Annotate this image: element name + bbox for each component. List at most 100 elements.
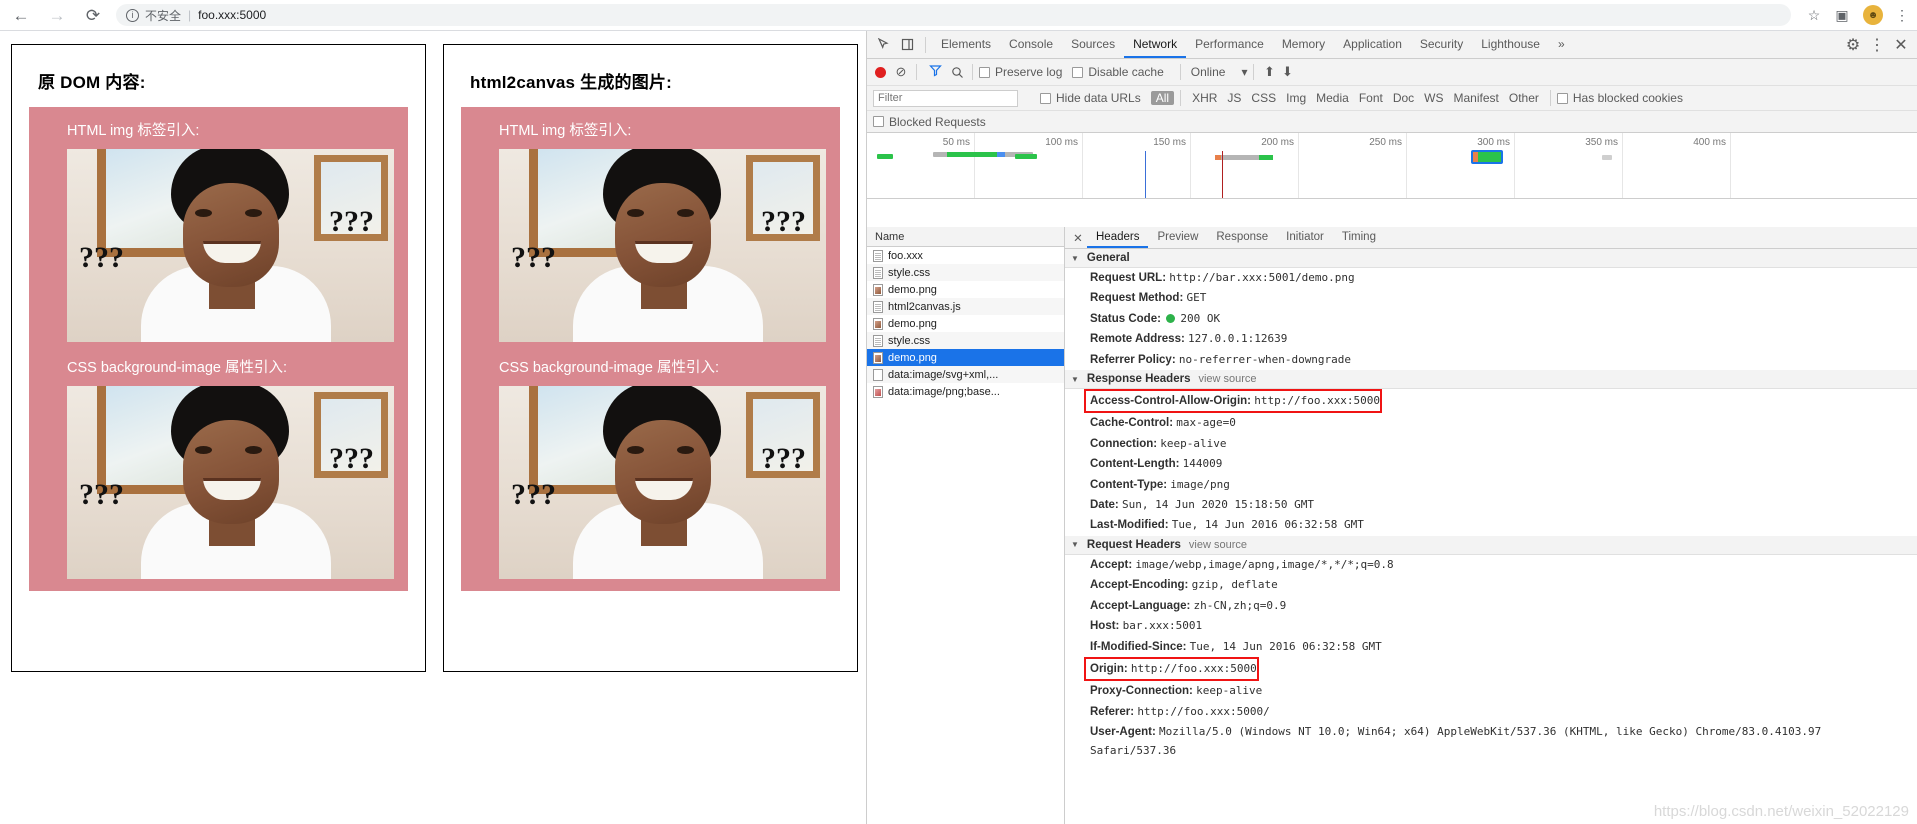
avatar[interactable]: ☻: [1863, 5, 1883, 25]
tab-network[interactable]: Network: [1124, 31, 1187, 58]
request-row-foo-xxx[interactable]: foo.xxx: [867, 247, 1064, 264]
avatar-glyph: ☻: [1867, 9, 1879, 21]
preserve-log-checkbox[interactable]: Preserve log: [979, 65, 1062, 79]
clear-network-log-icon[interactable]: ⊘: [892, 63, 910, 81]
inspect-element-icon[interactable]: [871, 34, 895, 56]
request-row-data-svg[interactable]: data:image/svg+xml,...: [867, 366, 1064, 383]
back-icon[interactable]: ←: [6, 0, 36, 30]
response-headers-title: Response Headers: [1086, 373, 1191, 386]
overview-selected-request[interactable]: [1471, 150, 1503, 164]
hide-data-urls-checkbox[interactable]: Hide data URLs: [1040, 91, 1141, 105]
canvas-img-photo: ??? ???: [499, 149, 826, 342]
column-header-name: Name: [875, 230, 905, 243]
has-blocked-cookies-box[interactable]: [1556, 92, 1568, 104]
type-filter-doc[interactable]: Doc: [1388, 91, 1419, 105]
tab-security[interactable]: Security: [1411, 31, 1472, 58]
address-bar[interactable]: i 不安全 | foo.xxx:5000: [116, 4, 1791, 26]
import-har-icon[interactable]: ⬆: [1260, 63, 1278, 81]
request-name: data:image/png;base...: [888, 385, 1000, 398]
disable-cache-checkbox[interactable]: Disable cache: [1072, 65, 1164, 79]
header-name: Content-Type:: [1090, 478, 1168, 491]
blocked-requests-box[interactable]: [873, 116, 884, 127]
close-icon[interactable]: ✕: [1889, 34, 1913, 56]
tab-lighthouse[interactable]: Lighthouse: [1472, 31, 1549, 58]
disable-cache-box[interactable]: [1072, 66, 1084, 78]
info-icon[interactable]: i: [126, 8, 139, 22]
device-toolbar-icon[interactable]: [895, 34, 919, 56]
tab-sources[interactable]: Sources: [1062, 31, 1124, 58]
header-row-last-modified: Last-Modified: Tue, 14 Jun 2016 06:32:58…: [1065, 515, 1917, 535]
bookmark-star-icon[interactable]: ☆: [1801, 2, 1827, 28]
tab-memory[interactable]: Memory: [1273, 31, 1334, 58]
general-section-header[interactable]: ▼ General: [1065, 249, 1917, 268]
type-filter-css[interactable]: CSS: [1246, 91, 1281, 105]
header-row-if-modified-since: If-Modified-Since: Tue, 14 Jun 2016 06:3…: [1065, 637, 1917, 657]
header-name: Referer:: [1090, 705, 1135, 718]
reload-icon[interactable]: ⟳: [78, 0, 108, 30]
web-page-viewport: 原 DOM 内容: HTML img 标签引入: ??? ??? CSS bac…: [0, 31, 866, 824]
blocked-requests-checkbox[interactable]: Blocked Requests: [873, 115, 986, 129]
chrome-menu-icon[interactable]: ⋮: [1889, 2, 1915, 28]
photo-eye-left: [195, 209, 212, 217]
request-row-html2canvas-js[interactable]: html2canvas.js: [867, 298, 1064, 315]
type-filter-ws[interactable]: WS: [1419, 91, 1448, 105]
filter-input[interactable]: [873, 89, 1018, 107]
response-view-source-link[interactable]: view source: [1198, 373, 1256, 385]
screen-capture-icon[interactable]: ▣: [1829, 2, 1855, 28]
record-button[interactable]: [875, 66, 886, 78]
has-blocked-cookies-checkbox[interactable]: Has blocked cookies: [1556, 91, 1683, 105]
tab-console[interactable]: Console: [1000, 31, 1062, 58]
request-row-data-png[interactable]: data:image/png;base...: [867, 383, 1064, 400]
forward-icon[interactable]: →: [42, 0, 72, 30]
tab-application[interactable]: Application: [1334, 31, 1411, 58]
header-value: Sun, 14 Jun 2020 15:18:50 GMT: [1121, 498, 1315, 512]
export-har-icon[interactable]: ⬇: [1278, 63, 1296, 81]
response-headers-section-header[interactable]: ▼ Response Headers view source: [1065, 370, 1917, 390]
detail-tab-response[interactable]: Response: [1207, 227, 1277, 248]
header-row-remote-address: Remote Address: 127.0.0.1:12639: [1065, 329, 1917, 349]
devtools-kebab-icon[interactable]: ⋮: [1865, 34, 1889, 56]
header-name: If-Modified-Since:: [1090, 640, 1187, 653]
request-row-demo-png-1[interactable]: demo.png: [867, 281, 1064, 298]
canvas-card-title: html2canvas 生成的图片:: [470, 73, 672, 92]
network-overview-timeline[interactable]: 50 ms 100 ms 150 ms 200 ms 250 ms 300 ms…: [867, 133, 1917, 199]
tab-elements[interactable]: Elements: [932, 31, 1000, 58]
request-view-source-link[interactable]: view source: [1189, 539, 1247, 551]
request-row-style-css-1[interactable]: style.css: [867, 264, 1064, 281]
header-name: Content-Length:: [1090, 458, 1180, 471]
type-filter-js[interactable]: JS: [1222, 91, 1246, 105]
request-name: data:image/svg+xml,...: [888, 368, 999, 381]
request-row-demo-png-2[interactable]: demo.png: [867, 315, 1064, 332]
detail-tab-headers[interactable]: Headers: [1087, 227, 1149, 248]
header-name: Remote Address:: [1090, 333, 1185, 346]
filter-toggle-icon[interactable]: [929, 64, 942, 80]
request-row-style-css-2[interactable]: style.css: [867, 332, 1064, 349]
more-tabs-icon[interactable]: »: [1549, 31, 1574, 58]
detail-tab-preview[interactable]: Preview: [1148, 227, 1207, 248]
type-filter-other[interactable]: Other: [1504, 91, 1544, 105]
gear-icon[interactable]: ⚙: [1841, 34, 1865, 56]
request-name: demo.png: [888, 317, 937, 330]
tab-performance[interactable]: Performance: [1186, 31, 1273, 58]
chevron-down-icon[interactable]: ▾: [1241, 65, 1247, 79]
detail-tab-initiator[interactable]: Initiator: [1277, 227, 1333, 248]
hide-data-urls-box[interactable]: [1040, 92, 1051, 104]
type-filter-all[interactable]: All: [1150, 91, 1175, 105]
request-row-demo-png-3-selected[interactable]: demo.png: [867, 349, 1064, 366]
request-list-header[interactable]: Name: [867, 227, 1064, 247]
type-filter-xhr[interactable]: XHR: [1187, 91, 1222, 105]
search-icon[interactable]: [948, 63, 966, 81]
type-filter-img[interactable]: Img: [1281, 91, 1311, 105]
detail-close-icon[interactable]: ✕: [1069, 231, 1087, 245]
header-value: GET: [1186, 291, 1207, 305]
toolbar-divider: [972, 64, 973, 80]
preserve-log-box[interactable]: [979, 66, 990, 78]
request-headers-section-header[interactable]: ▼ Request Headers view source: [1065, 535, 1917, 555]
type-filter-font[interactable]: Font: [1354, 91, 1388, 105]
type-filter-media[interactable]: Media: [1311, 91, 1354, 105]
photo-eye-right: [245, 446, 262, 454]
throttling-select[interactable]: Online ▾: [1191, 65, 1248, 79]
detail-tab-timing[interactable]: Timing: [1333, 227, 1385, 248]
header-name: Access-Control-Allow-Origin:: [1090, 395, 1252, 408]
type-filter-manifest[interactable]: Manifest: [1449, 91, 1504, 105]
